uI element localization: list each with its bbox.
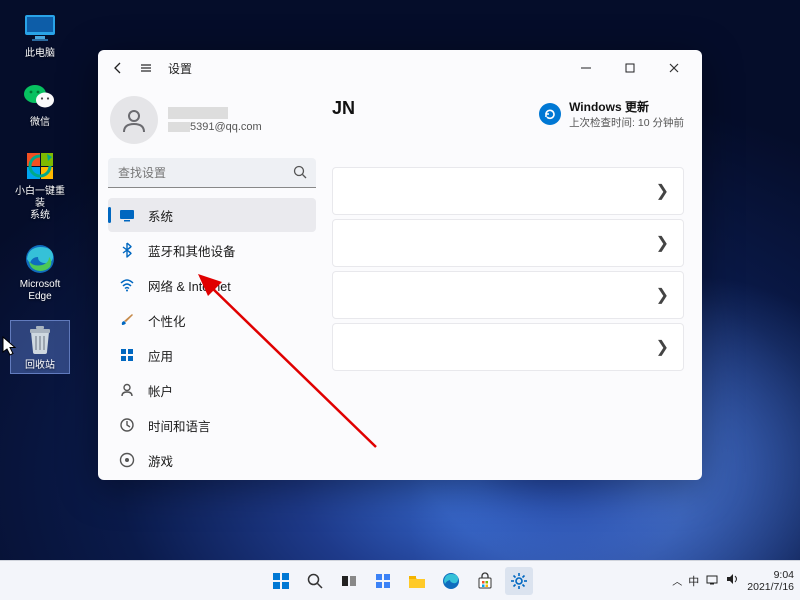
- desktop-icon-label: 小白一键重装 系统: [12, 186, 68, 222]
- desktop-icon-label: 微信: [30, 117, 50, 129]
- volume-icon[interactable]: [725, 572, 739, 589]
- desktop-icon-label: 回收站: [25, 360, 55, 372]
- nav-label: 个性化: [148, 311, 186, 330]
- close-button[interactable]: [652, 53, 696, 83]
- desktop-icons: 此电脑 微信 小白一键重装 系统 Microsoft Edge 回收站: [10, 8, 70, 389]
- back-button[interactable]: [104, 54, 132, 82]
- person-icon: [118, 381, 136, 399]
- update-subtitle: 上次检查时间: 10 分钟前: [569, 115, 684, 130]
- content-pane: JN Windows 更新 上次检查时间: 10 分钟前 ❯ ❯ ❯ ❯: [326, 86, 702, 480]
- desktop-icon-recycle-bin[interactable]: 回收站: [10, 320, 70, 374]
- ime-indicator[interactable]: 中: [688, 573, 699, 589]
- clock-time: 9:04: [747, 569, 794, 581]
- nav-network[interactable]: 网络 & Internet: [108, 268, 316, 302]
- settings-card[interactable]: ❯: [332, 167, 684, 215]
- clock-date: 2021/7/16: [747, 581, 794, 593]
- sidebar: 5391@qq.com 系统 蓝牙和其他设备: [98, 86, 326, 480]
- apps-icon: [118, 346, 136, 364]
- desktop-icon-label: Microsoft Edge: [20, 279, 61, 303]
- taskbar: ︿ 中 9:04 2021/7/16: [0, 560, 800, 600]
- network-icon[interactable]: [705, 572, 719, 589]
- desktop-icon-label: 此电脑: [25, 48, 55, 60]
- settings-card[interactable]: ❯: [332, 271, 684, 319]
- taskbar-search[interactable]: [301, 567, 329, 595]
- windows-update-tile[interactable]: Windows 更新 上次检查时间: 10 分钟前: [539, 98, 684, 130]
- taskbar-right: ︿ 中 9:04 2021/7/16: [672, 569, 794, 593]
- nav-time-language[interactable]: 时间和语言: [108, 408, 316, 442]
- nav-label: 蓝牙和其他设备: [148, 241, 236, 260]
- recycle-bin-icon: [22, 322, 58, 358]
- system-tray[interactable]: ︿ 中: [672, 572, 739, 589]
- desktop-icon-this-pc[interactable]: 此电脑: [10, 8, 70, 62]
- nav-apps[interactable]: 应用: [108, 338, 316, 372]
- maximize-button[interactable]: [608, 53, 652, 83]
- bluetooth-icon: [118, 241, 136, 259]
- chevron-right-icon: ❯: [656, 285, 669, 305]
- search-input[interactable]: [108, 158, 316, 188]
- menu-button[interactable]: [132, 54, 160, 82]
- window-title: 设置: [168, 60, 192, 77]
- chevron-right-icon: ❯: [656, 337, 669, 357]
- titlebar: 设置: [98, 50, 702, 86]
- nav-bluetooth[interactable]: 蓝牙和其他设备: [108, 233, 316, 267]
- system-icon: [118, 206, 136, 224]
- profile-name-redacted: [168, 107, 228, 119]
- settings-card[interactable]: ❯: [332, 323, 684, 371]
- wechat-icon: [22, 79, 58, 115]
- search-icon: [293, 165, 308, 185]
- minimize-button[interactable]: [564, 53, 608, 83]
- chevron-right-icon: ❯: [656, 181, 669, 201]
- nav-label: 应用: [148, 346, 173, 365]
- file-explorer[interactable]: [403, 567, 431, 595]
- start-button[interactable]: [267, 567, 295, 595]
- settings-cards: ❯ ❯ ❯ ❯: [332, 167, 684, 371]
- profile-email: 5391@qq.com: [168, 121, 262, 133]
- update-title: Windows 更新: [569, 98, 684, 115]
- clock-icon: [118, 416, 136, 434]
- gaming-icon: [118, 451, 136, 469]
- nav-accounts[interactable]: 帐户: [108, 373, 316, 407]
- widgets[interactable]: [369, 567, 397, 595]
- nav-label: 时间和语言: [148, 416, 211, 435]
- reinstall-icon: [22, 148, 58, 184]
- update-icon: [539, 103, 561, 125]
- settings-window: 设置 5391@qq.com: [98, 50, 702, 480]
- nav-label: 帐户: [148, 381, 173, 400]
- search-box[interactable]: [108, 158, 316, 188]
- task-view[interactable]: [335, 567, 363, 595]
- nav-label: 系统: [148, 206, 173, 225]
- desktop-icon-wechat[interactable]: 微信: [10, 77, 70, 131]
- settings-taskbar[interactable]: [505, 567, 533, 595]
- desktop-icon-xiaobai[interactable]: 小白一键重装 系统: [10, 146, 70, 224]
- brush-icon: [118, 311, 136, 329]
- edge-taskbar[interactable]: [437, 567, 465, 595]
- settings-card[interactable]: ❯: [332, 219, 684, 267]
- nav: 系统 蓝牙和其他设备 网络 & Internet 个性化 应用: [108, 198, 316, 480]
- nav-system[interactable]: 系统: [108, 198, 316, 232]
- nav-label: 游戏: [148, 451, 173, 470]
- store-taskbar[interactable]: [471, 567, 499, 595]
- taskbar-center: [267, 567, 533, 595]
- nav-accessibility[interactable]: 辅助功能: [108, 478, 316, 480]
- wifi-icon: [118, 276, 136, 294]
- avatar: [110, 96, 158, 144]
- chevron-right-icon: ❯: [656, 233, 669, 253]
- nav-personalization[interactable]: 个性化: [108, 303, 316, 337]
- tray-chevron-icon[interactable]: ︿: [672, 573, 682, 588]
- edge-icon: [22, 241, 58, 277]
- nav-label: 网络 & Internet: [148, 276, 231, 295]
- taskbar-clock[interactable]: 9:04 2021/7/16: [747, 569, 794, 593]
- monitor-icon: [22, 10, 58, 46]
- profile[interactable]: 5391@qq.com: [108, 92, 316, 154]
- desktop-icon-edge[interactable]: Microsoft Edge: [10, 239, 70, 305]
- nav-gaming[interactable]: 游戏: [108, 443, 316, 477]
